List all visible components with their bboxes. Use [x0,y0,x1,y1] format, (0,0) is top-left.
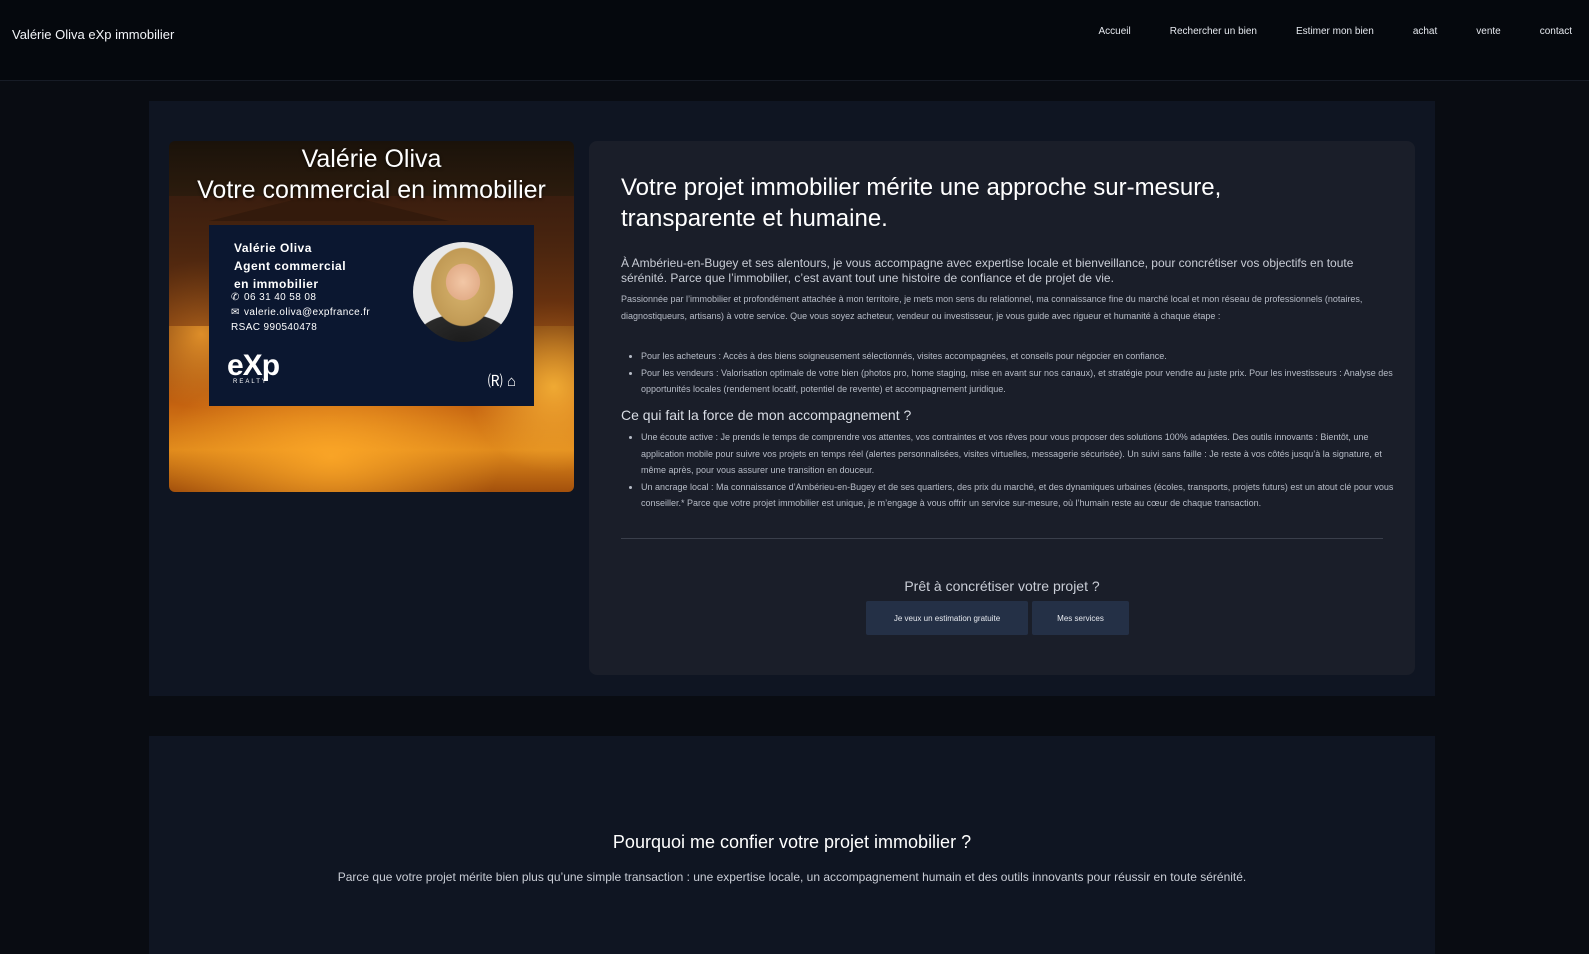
exp-logo: eXp [227,349,280,382]
top-navbar: Valérie Oliva eXp immobilier Accueil Rec… [0,0,1589,81]
site-brand[interactable]: Valérie Oliva eXp immobilier [12,27,174,42]
why-text: Parce que votre projet mérite bien plus … [337,870,1247,884]
business-card: Valérie Oliva Agent commercial en immobi… [209,225,534,406]
main-nav: Accueil Rechercher un bien Estimer mon b… [1059,26,1572,37]
phone-icon: ✆ [231,292,240,303]
presentation-card: Votre projet immobilier mérite une appro… [589,141,1415,675]
card-email: ✉ valerie.oliva@expfrance.fr [231,307,370,318]
mail-icon: ✉ [231,307,240,318]
card-phone: ✆ 06 31 40 58 08 [231,292,316,303]
list-item: Pour les acheteurs : Accès à des biens s… [641,348,1401,365]
equal-housing-icon: ⌂ [506,373,516,390]
card-name-block: Valérie Oliva Agent commercial en immobi… [234,239,346,293]
free-estimate-button[interactable]: Je veux un estimation gratuite [866,601,1028,635]
hero-image-title: Valérie Oliva Votre commercial en immobi… [169,144,574,206]
card-role-2: en immobilier [234,277,319,291]
card-name: Valérie Oliva [234,241,312,255]
exp-logo-sub: REALTY [233,379,268,385]
card-role: Agent commercial [234,259,347,273]
nav-estimer-mon-bien[interactable]: Estimer mon bien [1296,26,1374,37]
nav-accueil[interactable]: Accueil [1098,26,1130,37]
nav-contact[interactable]: contact [1540,26,1572,37]
strengths-title: Ce qui fait la force de mon accompagneme… [621,407,912,423]
hero-section: Valérie Oliva Votre commercial en immobi… [149,101,1435,696]
services-button[interactable]: Mes services [1032,601,1129,635]
presentation-intro: À Ambérieu-en-Bugey et ses alentours, je… [621,256,1354,285]
card-email-text: valerie.oliva@expfrance.fr [244,307,371,318]
realtor-icons: 🄡 ⌂ [488,370,516,391]
agent-avatar [413,242,513,342]
list-item: Pour les vendeurs : Valorisation optimal… [641,365,1401,398]
hero-image-tagline: Votre commercial en immobilier [197,176,546,204]
why-title: Pourquoi me confier votre projet immobil… [612,832,972,852]
presentation-title: Votre projet immobilier mérite une appro… [621,174,1222,232]
nav-vente[interactable]: vente [1476,26,1500,37]
list-item: Une écoute active : Je prends le temps d… [641,429,1401,479]
card-rsac: RSAC 990540478 [231,322,318,333]
clients-list: Pour les acheteurs : Accès à des biens s… [621,348,1401,398]
cta-question: Prêt à concrétiser votre projet ? [904,578,1100,594]
realtor-icon: 🄡 [487,373,503,390]
presentation-body: Passionnée par l’immobilier et profondém… [621,294,1363,321]
hero-image: Valérie Oliva Votre commercial en immobi… [169,141,574,492]
why-section: Pourquoi me confier votre projet immobil… [149,736,1435,954]
hero-image-name: Valérie Oliva [301,145,442,173]
section-divider [621,538,1383,539]
strengths-list: Une écoute active : Je prends le temps d… [621,429,1401,512]
nav-achat[interactable]: achat [1413,26,1437,37]
card-phone-text: 06 31 40 58 08 [244,292,317,303]
nav-rechercher-un-bien[interactable]: Rechercher un bien [1170,26,1257,37]
list-item: Un ancrage local : Ma connaissance d’Amb… [641,479,1401,512]
